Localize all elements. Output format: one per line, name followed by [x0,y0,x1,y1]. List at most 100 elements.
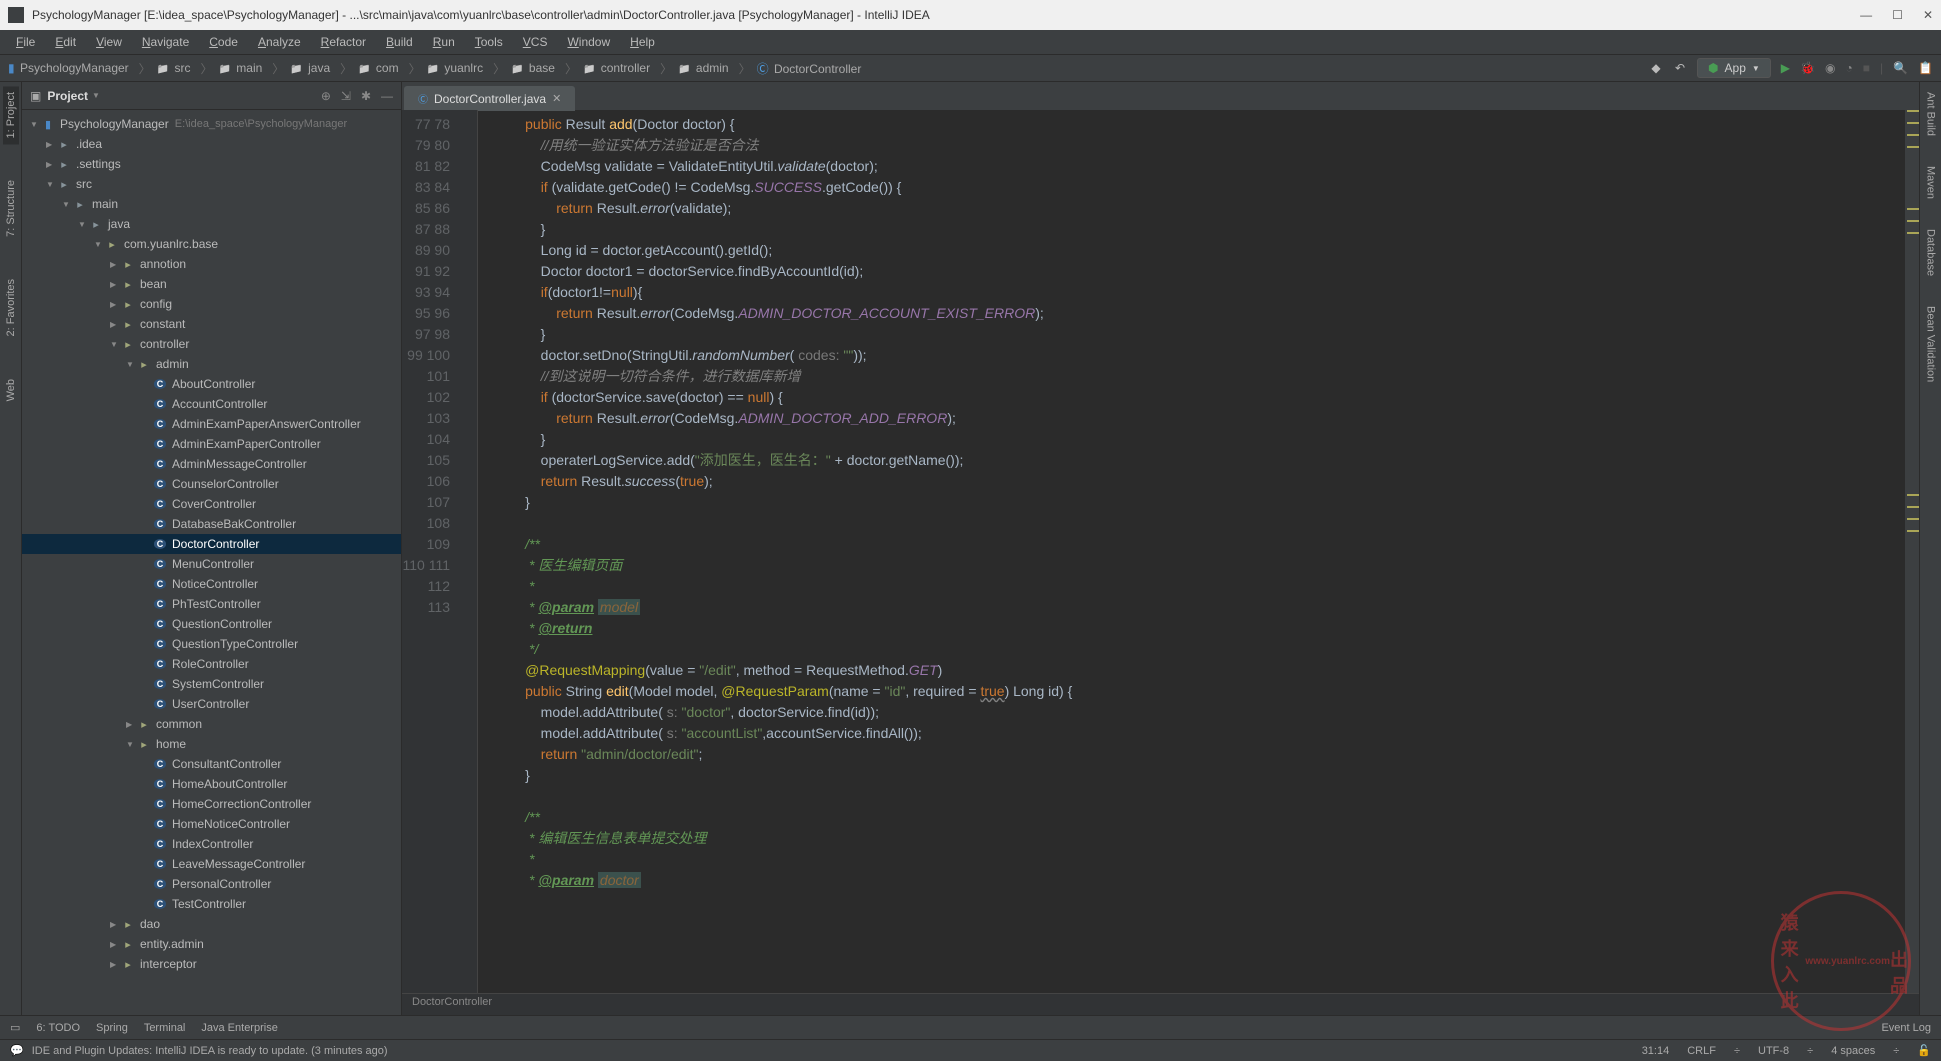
tree-node-entityadmin[interactable]: ▶▸entity.admin [22,934,401,954]
tree-node-questiontypecontroller[interactable]: QuestionTypeController [22,634,401,654]
menu-build[interactable]: Build [378,33,421,51]
breadcrumb[interactable]: ▮ PsychologyManager〉 src〉 main〉 java〉 co… [8,60,863,77]
hide-icon[interactable]: — [381,89,393,103]
menu-analyze[interactable]: Analyze [250,33,309,51]
menu-help[interactable]: Help [622,33,663,51]
bottom-tool-bar[interactable]: ▭ 6: TODO Spring Terminal Java Enterpris… [0,1015,1941,1039]
breadcrumb-item[interactable]: com [358,61,398,75]
breadcrumb-item[interactable]: controller [583,61,650,75]
breadcrumb-item[interactable]: Ⓒ DoctorController [757,60,862,77]
indent-setting[interactable]: 4 spaces [1831,1045,1875,1057]
collapse-icon[interactable]: ⇲ [341,89,351,103]
project-tree[interactable]: ▼▮PsychologyManagerE:\idea_space\Psychol… [22,110,401,1015]
tree-node-annotion[interactable]: ▶▸annotion [22,254,401,274]
menu-file[interactable]: File [8,33,43,51]
tree-node-src[interactable]: ▼▸src [22,174,401,194]
tree-node-testcontroller[interactable]: TestController [22,894,401,914]
tree-node-homecorrectioncontroller[interactable]: HomeCorrectionController [22,794,401,814]
gutter-marks[interactable] [462,110,478,993]
tab-terminal[interactable]: Terminal [144,1022,186,1034]
line-separator[interactable]: CRLF [1687,1045,1716,1057]
tab-close-icon[interactable]: ✕ [552,92,561,105]
tree-node-personalcontroller[interactable]: PersonalController [22,874,401,894]
right-tool-strip[interactable]: Ant BuildMavenDatabaseBean Validation [1919,82,1941,1015]
run-button[interactable]: ▶ [1781,61,1790,75]
back-arrow-icon[interactable]: ↶ [1673,61,1687,75]
menu-edit[interactable]: Edit [47,33,84,51]
tree-node-rolecontroller[interactable]: RoleController [22,654,401,674]
readonly-lock-icon[interactable]: 🔓 [1917,1044,1931,1057]
settings-icon[interactable]: 📋 [1918,61,1933,75]
code-content[interactable]: public Result add(Doctor doctor) { //用统一… [478,110,1905,993]
error-stripe[interactable] [1905,110,1919,993]
breadcrumb-item[interactable]: base [511,61,555,75]
minimize-icon[interactable]: — [1860,8,1872,22]
tree-node-java[interactable]: ▼▸java [22,214,401,234]
main-menu-bar[interactable]: FileEditViewNavigateCodeAnalyzeRefactorB… [0,30,1941,54]
tree-node-adminexampapercontroller[interactable]: AdminExamPaperController [22,434,401,454]
tab-todo[interactable]: 6: TODO [36,1022,80,1034]
tree-node-idea[interactable]: ▶▸.idea [22,134,401,154]
tree-node-homeaboutcontroller[interactable]: HomeAboutController [22,774,401,794]
tree-node-leavemessagecontroller[interactable]: LeaveMessageController [22,854,401,874]
menu-run[interactable]: Run [425,33,463,51]
event-log-button[interactable]: Event Log [1881,1022,1931,1034]
editor-tab-doctorcontroller[interactable]: Ⓒ DoctorController.java ✕ [404,86,575,111]
editor-breadcrumb[interactable]: DoctorController [402,993,1919,1015]
menu-tools[interactable]: Tools [467,33,511,51]
tree-node-admin[interactable]: ▼▸admin [22,354,401,374]
compass-icon[interactable]: ◆ [1649,61,1663,75]
tree-node-adminmessagecontroller[interactable]: AdminMessageController [22,454,401,474]
tree-node-adminexampaperanswercontroller[interactable]: AdminExamPaperAnswerController [22,414,401,434]
debug-button[interactable]: 🐞 [1800,61,1815,75]
tree-node-home[interactable]: ▼▸home [22,734,401,754]
tree-node-controller[interactable]: ▼▸controller [22,334,401,354]
tool-tab-antbuild[interactable]: Ant Build [1923,86,1939,142]
breadcrumb-item[interactable]: ▮ PsychologyManager [8,61,129,75]
tree-node-indexcontroller[interactable]: IndexController [22,834,401,854]
tree-node-menucontroller[interactable]: MenuController [22,554,401,574]
stop-button[interactable]: ■ [1863,61,1870,75]
breadcrumb-item[interactable]: java [290,61,330,75]
menu-code[interactable]: Code [201,33,246,51]
tree-node-config[interactable]: ▶▸config [22,294,401,314]
tool-tab-database[interactable]: Database [1923,223,1939,282]
menu-view[interactable]: View [88,33,130,51]
tool-tab-web[interactable]: Web [3,373,19,407]
tree-node-covercontroller[interactable]: CoverController [22,494,401,514]
file-encoding[interactable]: UTF-8 [1758,1045,1789,1057]
tree-node-doctorcontroller[interactable]: DoctorController [22,534,401,554]
tree-node-psychologymanager[interactable]: ▼▮PsychologyManagerE:\idea_space\Psychol… [22,114,401,134]
breadcrumb-item[interactable]: DoctorController [412,996,492,1008]
tree-node-dao[interactable]: ▶▸dao [22,914,401,934]
tree-node-questioncontroller[interactable]: QuestionController [22,614,401,634]
editor-tab-bar[interactable]: Ⓒ DoctorController.java ✕ [402,82,1919,110]
breadcrumb-item[interactable]: admin [678,61,728,75]
coverage-button[interactable]: ◉ [1825,61,1835,75]
tree-node-consultantcontroller[interactable]: ConsultantController [22,754,401,774]
tool-tab-favorites[interactable]: 2: Favorites [3,273,19,342]
tree-node-noticecontroller[interactable]: NoticeController [22,574,401,594]
tree-node-aboutcontroller[interactable]: AboutController [22,374,401,394]
tool-window-toggle-icon[interactable]: ▭ [10,1021,20,1034]
gear-icon[interactable]: ✱ [361,89,371,103]
menu-window[interactable]: Window [559,33,618,51]
tree-node-constant[interactable]: ▶▸constant [22,314,401,334]
tree-node-settings[interactable]: ▶▸.settings [22,154,401,174]
tool-tab-structure[interactable]: 7: Structure [3,174,19,243]
locate-icon[interactable]: ⊕ [321,89,331,103]
tree-node-systemcontroller[interactable]: SystemController [22,674,401,694]
code-editor[interactable]: 77 78 79 80 81 82 83 84 85 86 87 88 89 9… [402,110,1919,993]
caret-position[interactable]: 31:14 [1642,1045,1670,1057]
project-view-icon[interactable]: ▣ [30,89,41,103]
tree-node-homenoticecontroller[interactable]: HomeNoticeController [22,814,401,834]
tree-node-accountcontroller[interactable]: AccountController [22,394,401,414]
tree-node-counselorcontroller[interactable]: CounselorController [22,474,401,494]
window-controls[interactable]: — ☐ ✕ [1860,8,1933,22]
tree-node-main[interactable]: ▼▸main [22,194,401,214]
chevron-down-icon[interactable]: ▼ [92,91,100,100]
breadcrumb-item[interactable]: src [157,61,191,75]
tab-spring[interactable]: Spring [96,1022,128,1034]
tool-tab-maven[interactable]: Maven [1923,160,1939,205]
tree-node-phtestcontroller[interactable]: PhTestController [22,594,401,614]
